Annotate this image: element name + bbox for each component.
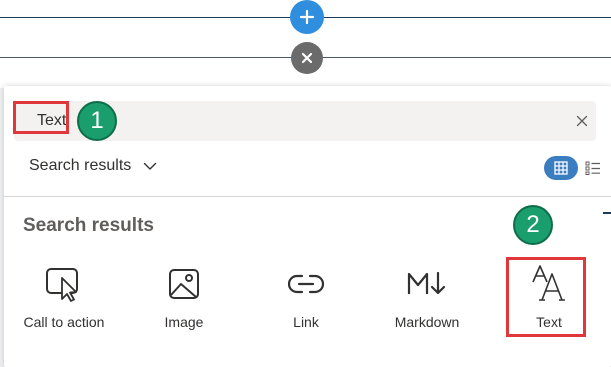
tile-label: Link <box>293 314 319 330</box>
chevron-down-icon <box>144 162 157 170</box>
add-section-button[interactable] <box>290 0 324 34</box>
category-dropdown[interactable]: Search results <box>29 154 157 178</box>
grid-view-icon <box>554 161 568 175</box>
dismiss-icon <box>576 115 588 127</box>
tile-call-to-action[interactable]: Call to action <box>11 264 117 334</box>
tile-label: Call to action <box>23 314 105 330</box>
step-badge-2: 2 <box>513 205 553 245</box>
image-icon <box>164 264 204 304</box>
step-badge-1: 1 <box>77 101 117 141</box>
tile-label: Image <box>164 314 204 330</box>
tile-image[interactable]: Image <box>131 264 237 334</box>
close-toolbox-button[interactable] <box>291 42 323 74</box>
text-icon <box>529 264 569 304</box>
grid-view-button[interactable] <box>544 156 578 180</box>
list-view-icon <box>585 161 600 175</box>
markdown-icon <box>407 264 447 304</box>
tile-link[interactable]: Link <box>253 264 359 334</box>
list-view-button[interactable] <box>584 159 602 177</box>
category-dropdown-label: Search results <box>29 157 132 174</box>
tile-text[interactable]: Text <box>496 264 602 334</box>
plus-icon <box>299 9 315 25</box>
tile-label: Markdown <box>394 314 460 330</box>
call-to-action-icon <box>44 264 84 304</box>
tile-label: Text <box>536 314 562 330</box>
link-icon <box>286 264 326 304</box>
clear-search-button[interactable] <box>574 113 590 129</box>
section-divider <box>603 212 611 214</box>
close-icon <box>301 52 313 64</box>
divider <box>4 196 611 197</box>
page-canvas <box>0 0 611 88</box>
tile-markdown[interactable]: Markdown <box>374 264 480 334</box>
results-heading: Search results <box>23 215 154 236</box>
view-toggle <box>544 156 602 180</box>
